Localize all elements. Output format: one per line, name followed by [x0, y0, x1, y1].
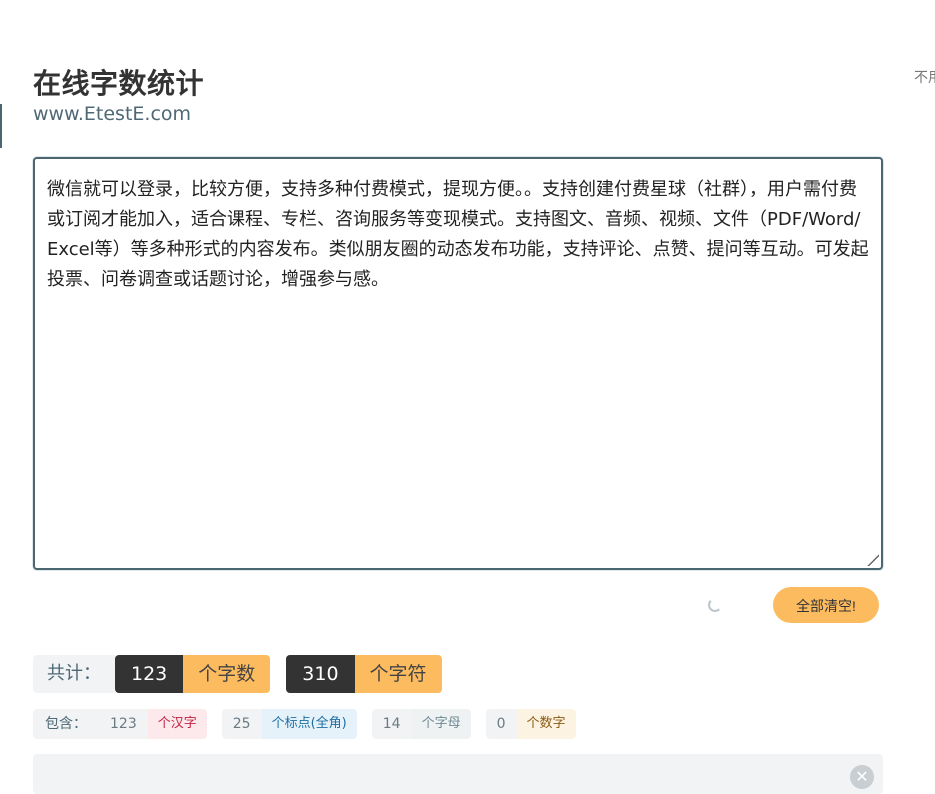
char-count-unit: 个字符	[354, 655, 442, 693]
punctuation-count: 25	[221, 709, 262, 739]
letter-count: 14	[371, 709, 412, 739]
details-label: 包含：	[33, 709, 99, 739]
site-url[interactable]: www.EtestE.com	[33, 103, 191, 125]
resize-handle-icon[interactable]	[859, 546, 879, 566]
loading-spinner-icon	[708, 598, 722, 612]
totals-label: 共计：	[33, 655, 115, 693]
digit-count: 0	[485, 709, 517, 739]
word-count-unit: 个字数	[183, 655, 271, 693]
digit-unit: 个数字	[516, 709, 576, 739]
hanzi-count: 123	[99, 709, 148, 739]
letter-unit: 个字母	[411, 709, 471, 739]
clear-all-button[interactable]: 全部清空!	[773, 587, 879, 623]
text-input-content[interactable]: 微信就可以登录，比较方便，支持多种付费模式，提现方便。。支持创建付费星球（社群）…	[47, 175, 869, 295]
result-panel	[33, 754, 883, 794]
close-icon[interactable]: ✕	[850, 765, 874, 789]
text-input-area[interactable]: 微信就可以登录，比较方便，支持多种付费模式，提现方便。。支持创建付费星球（社群）…	[33, 157, 883, 570]
char-count-value: 310	[286, 655, 355, 693]
word-count-value: 123	[115, 655, 184, 693]
right-cutoff-text: 不用	[914, 70, 935, 86]
left-accent-bar	[0, 104, 2, 148]
punctuation-unit: 个标点(全角)	[261, 709, 357, 739]
hanzi-unit: 个汉字	[147, 709, 207, 739]
totals-row: 共计： 123 个字数 310 个字符	[33, 655, 442, 693]
page-title: 在线字数统计	[33, 67, 205, 100]
details-row: 包含： 123 个汉字 25 个标点(全角) 14 个字母 0 个数字	[33, 709, 576, 739]
